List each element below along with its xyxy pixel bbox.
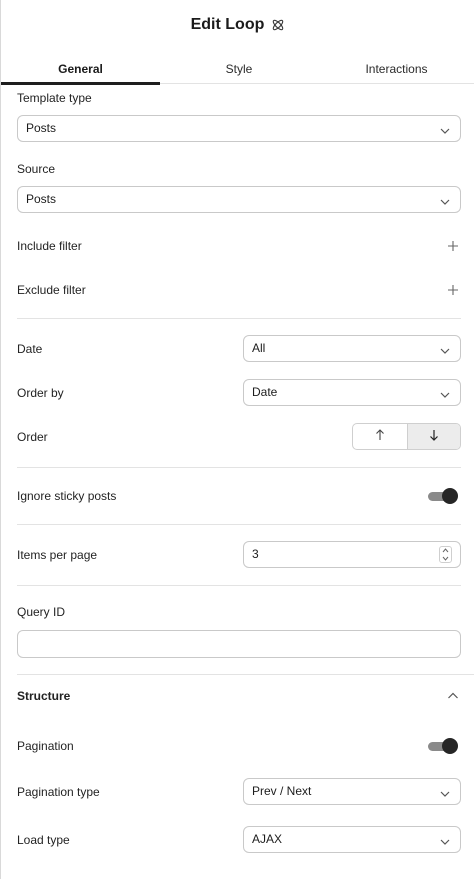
template-type-value: Posts (26, 121, 57, 135)
divider (17, 674, 474, 675)
arrow-up-icon (375, 429, 385, 444)
pagination-label: Pagination (17, 739, 74, 753)
toggle-knob (442, 488, 458, 504)
panel-header: Edit Loop (1, 0, 474, 50)
atom-icon (271, 18, 285, 32)
chevron-down-icon (440, 124, 450, 134)
chevron-down-icon (440, 787, 450, 797)
pagination-toggle[interactable] (428, 738, 458, 754)
include-filter-label: Include filter (17, 239, 82, 253)
panel-title: Edit Loop (190, 16, 265, 33)
tab-interactions[interactable]: Interactions (318, 54, 474, 84)
load-type-value: AJAX (252, 832, 283, 846)
arrow-down-icon (429, 429, 439, 444)
items-per-page-value: 3 (252, 547, 259, 561)
divider (17, 467, 461, 468)
exclude-filter-label: Exclude filter (17, 283, 86, 297)
order-ascending-button[interactable] (353, 424, 407, 449)
pagination-type-value: Prev / Next (252, 784, 312, 798)
chevron-up-icon[interactable] (447, 690, 459, 700)
add-exclude-filter-icon[interactable] (447, 284, 459, 296)
items-per-page-input[interactable]: 3 (243, 541, 461, 568)
order-descending-button[interactable] (406, 424, 460, 449)
tab-bar: General Style Interactions (1, 54, 474, 85)
items-per-page-label: Items per page (17, 548, 98, 562)
load-type-select[interactable]: AJAX (243, 826, 461, 853)
number-stepper[interactable] (439, 546, 452, 563)
query-id-input[interactable] (17, 630, 461, 658)
divider (17, 585, 461, 586)
structure-section-title: Structure (17, 689, 71, 703)
order-by-select[interactable]: Date (243, 379, 461, 406)
date-label: Date (17, 342, 43, 356)
edit-loop-panel: Edit Loop General Style Interactions Tem… (0, 0, 474, 879)
date-select[interactable]: All (243, 335, 461, 362)
ignore-sticky-posts-toggle[interactable] (428, 488, 458, 504)
divider (17, 318, 461, 319)
source-label: Source (17, 162, 56, 176)
template-type-select[interactable]: Posts (17, 115, 461, 142)
template-type-label: Template type (17, 91, 92, 105)
ignore-sticky-posts-label: Ignore sticky posts (17, 489, 117, 503)
source-select[interactable]: Posts (17, 186, 461, 213)
date-value: All (252, 341, 266, 355)
chevron-down-icon (440, 195, 450, 205)
divider (17, 524, 461, 525)
pagination-type-select[interactable]: Prev / Next (243, 778, 461, 805)
chevron-down-icon (440, 835, 450, 845)
pagination-type-label: Pagination type (17, 785, 100, 799)
toggle-knob (442, 738, 458, 754)
chevron-down-icon (440, 388, 450, 398)
load-type-label: Load type (17, 833, 70, 847)
tab-style[interactable]: Style (160, 54, 318, 84)
source-value: Posts (26, 192, 57, 206)
order-by-label: Order by (17, 386, 64, 400)
order-button-group (352, 423, 461, 450)
active-tab-indicator (1, 82, 160, 85)
order-by-value: Date (252, 385, 278, 399)
tab-general[interactable]: General (1, 54, 160, 84)
chevron-down-icon (440, 344, 450, 354)
order-label: Order (17, 430, 48, 444)
query-id-label: Query ID (17, 605, 66, 619)
add-include-filter-icon[interactable] (447, 240, 459, 252)
